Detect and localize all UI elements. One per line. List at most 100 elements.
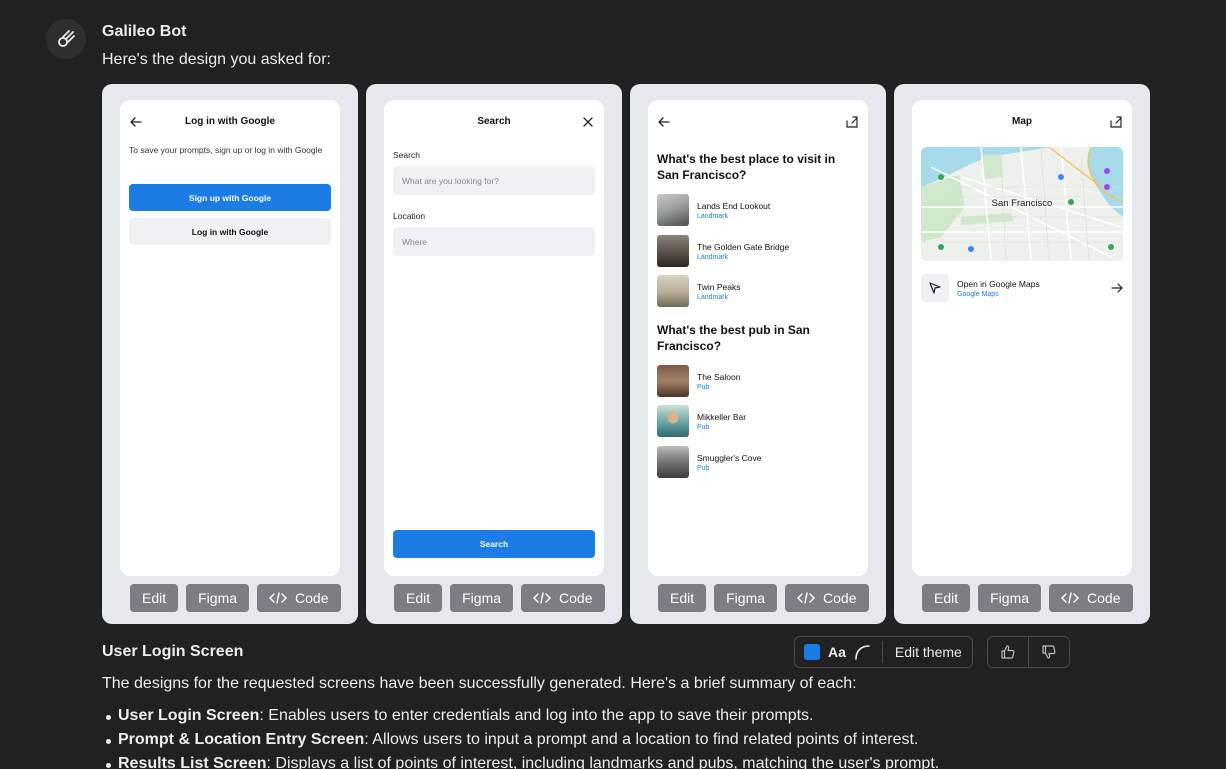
list-item[interactable]: The Golden Gate Bridge Landmark <box>657 235 857 267</box>
figma-label: Figma <box>462 590 502 606</box>
edit-button[interactable]: Edit <box>922 584 971 612</box>
thumbs-down-button[interactable] <box>1029 637 1069 667</box>
theme-toolbar: Aa Edit theme <box>794 636 973 668</box>
item-type: Landmark <box>697 293 729 301</box>
share-icon <box>846 116 858 128</box>
edit-label: Edit <box>670 590 695 606</box>
edit-label: Edit <box>934 590 959 606</box>
design-card-search: Search Search What are you looking for? … <box>366 84 622 624</box>
search-input[interactable]: What are you looking for? <box>393 166 595 195</box>
edit-label: Edit <box>142 590 167 606</box>
search-submit-button[interactable]: Search <box>393 530 595 558</box>
login-google-button[interactable]: Log in with Google <box>129 218 331 245</box>
list-item: User Login Screen: Enables users to ente… <box>105 707 939 731</box>
item-name: Smuggler's Cove <box>697 452 762 463</box>
bot-intro: Here's the design you asked for: <box>102 51 331 68</box>
figma-label: Figma <box>198 590 238 606</box>
code-button[interactable]: Code <box>1049 584 1133 612</box>
figma-label: Figma <box>726 590 766 606</box>
thumbs-up-button[interactable] <box>988 637 1028 667</box>
phone-preview-search: Search Search What are you looking for? … <box>384 100 604 576</box>
thumbs-up-icon <box>1001 645 1015 659</box>
bullet-term: Prompt & Location Entry Screen <box>118 731 365 748</box>
summary-text: The designs for the requested screens ha… <box>102 675 857 692</box>
location-field-label: Location <box>393 211 426 221</box>
phone-preview-map: Map San Francisco Open in Google Maps Go… <box>912 100 1132 576</box>
thumbnail <box>657 405 689 437</box>
map-image[interactable]: San Francisco <box>921 147 1123 261</box>
code-button[interactable]: Code <box>785 584 869 612</box>
edit-theme-button[interactable]: Edit theme <box>895 644 962 660</box>
open-maps-subtitle: Google Maps <box>957 290 999 298</box>
edit-button[interactable]: Edit <box>130 584 179 612</box>
results-question: What's the best pub in San Francisco? <box>657 323 810 353</box>
map-city-label: San Francisco <box>991 198 1053 209</box>
corner-radius-icon[interactable] <box>854 644 870 660</box>
arrow-right-icon <box>1111 283 1123 293</box>
list-item[interactable]: Mikkeller Bar Pub <box>657 405 857 437</box>
list-item[interactable]: Smuggler's Cove Pub <box>657 446 857 478</box>
design-card-login: Log in with Google To save your prompts,… <box>102 84 358 624</box>
feedback-toolbar <box>987 636 1070 668</box>
signup-google-button[interactable]: Sign up with Google <box>129 184 331 211</box>
list-item: Results List Screen: Displays a list of … <box>105 755 940 769</box>
edit-label: Edit <box>406 590 431 606</box>
figma-button[interactable]: Figma <box>978 584 1042 612</box>
thumbnail <box>657 275 689 307</box>
bot-name: Galileo Bot <box>102 23 187 40</box>
edit-button[interactable]: Edit <box>394 584 443 612</box>
figma-button[interactable]: Figma <box>450 584 514 612</box>
login-description: To save your prompts, sign up or log in … <box>129 145 323 155</box>
bullet-term: User Login Screen <box>118 707 260 724</box>
galileo-logo-icon <box>58 30 75 47</box>
item-name: Twin Peaks <box>697 281 741 292</box>
share-icon <box>1110 116 1122 128</box>
design-card-map: Map San Francisco Open in Google Maps Go… <box>894 84 1150 624</box>
item-name: The Golden Gate Bridge <box>697 241 790 252</box>
bullet-text: : Allows users to input a prompt and a l… <box>364 731 919 748</box>
bot-avatar <box>46 19 86 59</box>
figma-button[interactable]: Figma <box>714 584 778 612</box>
screen-title: Log in with Google <box>185 116 275 127</box>
bullet-text: : Displays a list of points of interest,… <box>266 755 940 769</box>
list-item[interactable]: Twin Peaks Landmark <box>657 275 857 307</box>
code-label: Code <box>559 590 593 606</box>
bullet-text: : Enables users to enter credentials and… <box>259 707 814 724</box>
code-button[interactable]: Code <box>521 584 605 612</box>
navigation-arrow-icon <box>929 282 941 294</box>
item-type: Pub <box>697 423 710 431</box>
design-card-results: What's the best place to visit in San Fr… <box>630 84 886 624</box>
list-item[interactable]: Lands End Lookout Landmark <box>657 194 857 226</box>
theme-font-button[interactable]: Aa <box>828 644 846 660</box>
list-item: Prompt & Location Entry Screen: Allows u… <box>105 731 939 755</box>
phone-preview-results: What's the best place to visit in San Fr… <box>648 100 868 576</box>
results-question: What's the best place to visit in San Fr… <box>657 152 836 182</box>
open-google-maps-row[interactable]: Open in Google Maps Google Maps <box>921 274 1123 302</box>
thumbnail <box>657 365 689 397</box>
navigation-icon-box <box>921 274 949 302</box>
theme-color-swatch[interactable] <box>804 644 820 660</box>
item-name: Mikkeller Bar <box>697 411 747 422</box>
edit-button[interactable]: Edit <box>658 584 707 612</box>
open-maps-title: Open in Google Maps <box>957 278 1040 289</box>
phone-preview-login: Log in with Google To save your prompts,… <box>120 100 340 576</box>
item-name: The Saloon <box>697 371 741 382</box>
item-type: Pub <box>697 383 710 391</box>
item-type: Landmark <box>697 253 729 261</box>
bullet-term: Results List Screen <box>118 755 267 769</box>
item-name: Lands End Lookout <box>697 200 771 211</box>
thumbnail <box>657 446 689 478</box>
list-item[interactable]: The Saloon Pub <box>657 365 857 397</box>
code-button[interactable]: Code <box>257 584 341 612</box>
search-field-label: Search <box>393 150 420 160</box>
location-input[interactable]: Where <box>393 227 595 256</box>
code-icon <box>797 592 816 604</box>
back-arrow-icon <box>658 117 670 127</box>
item-type: Pub <box>697 464 710 472</box>
thumbs-down-icon <box>1042 645 1056 659</box>
figma-label: Figma <box>990 590 1030 606</box>
design-caption: User Login Screen <box>102 643 244 660</box>
thumbnail <box>657 235 689 267</box>
figma-button[interactable]: Figma <box>186 584 250 612</box>
close-icon[interactable] <box>582 116 594 128</box>
